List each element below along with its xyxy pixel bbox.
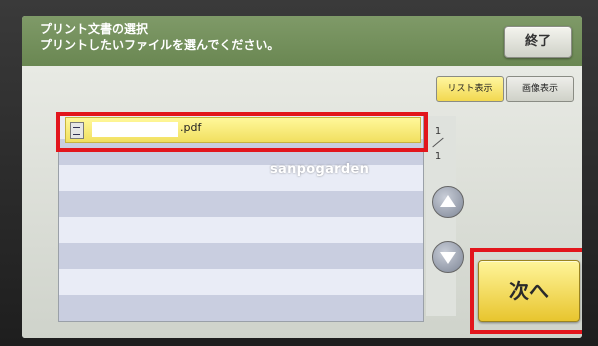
page-title: プリント文書の選択 [40,22,149,36]
page-total: 1 [434,151,442,162]
scroll-up-icon [440,195,456,207]
list-item[interactable] [59,269,423,295]
highlight-next-button [470,248,582,334]
scroll-down-icon [440,252,456,264]
watermark-text: sanpogarden [270,162,370,177]
list-item[interactable] [59,243,423,269]
tab-image-view[interactable]: 画像表示 [506,76,574,102]
end-button[interactable]: 終了 [504,26,572,58]
touch-screen: プリント文書の選択 プリントしたいファイルを選んでください。 終了 リスト表示 … [22,16,582,338]
scroll-up-button[interactable] [432,186,464,218]
header-bar: プリント文書の選択 プリントしたいファイルを選んでください。 終了 [22,16,582,66]
page-current: 1 [434,126,442,137]
scroll-down-button[interactable] [432,241,464,273]
instruction-text: プリントしたいファイルを選んでください。 [40,38,280,52]
tab-list-view[interactable]: リスト表示 [436,76,504,102]
list-item[interactable] [59,295,423,321]
list-item[interactable] [59,191,423,217]
highlight-file-row [56,112,428,152]
list-item[interactable] [59,217,423,243]
